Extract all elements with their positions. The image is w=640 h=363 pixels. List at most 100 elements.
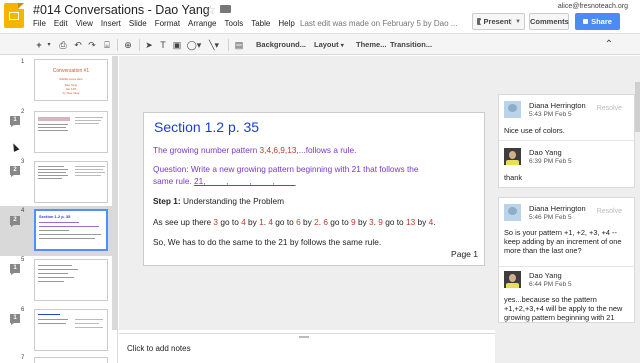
comments-button[interactable]: Comments [529,13,569,30]
slide-thumbnail[interactable] [34,309,108,351]
slide-thumbnail[interactable]: Section 1.2 p. 35 [34,209,108,251]
comments-panel: Diana Herrington 5:43 PM Feb 5 Resolve N… [495,56,640,363]
select-cursor-icon[interactable]: ➤ [143,38,155,52]
slide-number: 4 [21,208,25,214]
menu-file[interactable]: File [33,19,46,28]
slide-line-conclusion[interactable]: So, We has to do the same to the 21 by f… [153,237,381,247]
notes-resize-handle[interactable] [299,336,309,338]
last-edit-link[interactable]: Last edit was made on February 5 by Dao … [300,19,457,28]
slide-thumbnail[interactable] [34,357,108,363]
layout-label: Layout [314,40,339,49]
slide-title[interactable]: Section 1.2 p. 35 [154,119,259,135]
filmstrip-scrollbar[interactable] [112,56,118,330]
menu-table[interactable]: Table [251,19,270,28]
speaker-notes[interactable]: Click to add notes [119,333,495,363]
resolve-button[interactable]: Resolve [597,105,622,112]
slide-number: 7 [21,355,25,361]
menu-format[interactable]: Format [155,19,180,28]
layout-button[interactable]: Layout ▾ [314,38,344,53]
menu-edit[interactable]: Edit [54,19,68,28]
filmstrip-item-4[interactable]: 4 2 Section 1.2 p. 35 [0,206,118,256]
slide-thumbnail[interactable] [34,161,108,203]
account-email[interactable]: alice@fresnoteach.org [558,3,628,10]
pattern-prefix: The growing number pattern [153,145,260,155]
pattern-suffix: ,...follows a rule. [296,145,357,155]
comment-count-badge[interactable]: 1 [10,314,20,325]
comment-thread[interactable]: Diana Herrington 5:43 PM Feb 5 Resolve N… [498,94,636,188]
slide-line-pattern[interactable]: The growing number pattern 3,4,6,9,13,..… [153,145,356,155]
lock-icon [583,19,589,24]
avatar [504,271,521,288]
slide-line-question[interactable]: Question: Write a new growing pattern be… [153,164,419,174]
comment-author: Diana Herrington [529,101,586,110]
undo-icon[interactable]: ↶ [72,38,84,52]
slide-line-question-cont[interactable]: same rule. 21, ____, ____, ____, ____ [153,176,296,186]
chevron-down-icon[interactable]: ▼ [511,18,521,25]
slide-page-label[interactable]: Page 1 [451,249,478,259]
thumb-title: Section 1.2 p. 35 [39,214,71,219]
menu-bar: File Edit View Insert Slide Format Arran… [33,19,303,28]
filmstrip-item-7[interactable]: 7 [0,354,118,363]
menu-insert[interactable]: Insert [101,19,121,28]
menu-slide[interactable]: Slide [129,19,147,28]
comment-count-badge[interactable]: 1 [10,264,20,275]
header: #014 Conversations - Dao Yang ☆ File Edi… [0,0,640,33]
background-button[interactable]: Background... [256,38,306,52]
comment-count-badge[interactable]: 1 [10,116,20,127]
filmstrip-item-5[interactable]: 5 1 [0,256,118,306]
redo-icon[interactable]: ↷ [86,38,98,52]
slide-thumbnail[interactable]: Conversation #1 Subtitle Goes Here Dao Y… [34,59,108,101]
slide-thumbnail[interactable] [34,111,108,153]
pattern-numbers: 3,4,6,9,13 [259,145,297,155]
comments-scrollbar[interactable] [635,82,640,132]
slide-line-explanation[interactable]: As see up there 3 go to 4 by 1. 4 go to … [153,217,436,227]
menu-arrange[interactable]: Arrange [188,19,216,28]
new-slide-dropdown-icon[interactable]: ▾ [45,38,53,52]
filmstrip-item-1[interactable]: 1 Conversation #1 Subtitle Goes Here Dao… [0,56,118,108]
avatar [504,148,521,165]
step-label: Step 1: [153,196,181,206]
slide-page[interactable]: Section 1.2 p. 35 The growing number pat… [143,112,485,266]
avatar [504,204,521,221]
paint-format-icon[interactable]: ⌸ [101,38,113,52]
folder-icon[interactable] [220,5,231,13]
resolve-button[interactable]: Resolve [597,208,622,215]
text-run: . [433,217,436,227]
print-icon[interactable]: ⎙ [57,38,69,52]
filmstrip-item-6[interactable]: 6 1 [0,306,118,356]
document-title[interactable]: #014 Conversations - Dao Yang [33,3,210,17]
menu-view[interactable]: View [76,19,93,28]
comment-count-badge[interactable]: 2 [10,166,20,177]
collapse-toolbar-icon[interactable]: ⌃ [603,38,615,52]
slides-logo-icon[interactable] [4,3,24,28]
image-icon[interactable]: ▣ [171,38,183,52]
slide-line-step[interactable]: Step 1: Understanding the Problem [153,196,284,206]
share-button[interactable]: Share [575,13,620,30]
reply-time: 6:39 PM Feb 5 [529,158,572,165]
menu-help[interactable]: Help [278,19,294,28]
filmstrip-item-3[interactable]: 3 2 [0,158,118,208]
text-box-icon[interactable]: T [157,38,169,52]
comment-divider [499,140,636,141]
comment-text: Nice use of colors. [504,126,565,135]
comment-icon[interactable]: ▤ [233,38,245,52]
text-run: by [300,217,315,227]
transition-button[interactable]: Transition... [390,38,432,52]
comment-thread[interactable]: Diana Herrington 5:46 PM Feb 5 Resolve S… [498,197,636,323]
toolbar-divider [228,39,229,51]
menu-tools[interactable]: Tools [225,19,244,28]
layout-dropdown-icon: ▾ [340,43,344,49]
shape-icon[interactable]: ◯▾ [185,38,203,52]
line-icon[interactable]: ╲▾ [205,38,223,52]
reply-text: thank [504,173,523,182]
present-button[interactable]: Present ▼ [472,13,525,30]
new-slide-button[interactable]: + [33,38,45,52]
zoom-icon[interactable]: ⊕ [122,38,134,52]
text-run: by [245,217,260,227]
theme-button[interactable]: Theme... [356,38,386,52]
notes-placeholder[interactable]: Click to add notes [127,344,191,353]
comment-count-badge[interactable]: 2 [10,216,20,227]
star-icon[interactable]: ☆ [205,3,216,17]
slide-thumbnail[interactable] [34,259,108,301]
filmstrip-item-2[interactable]: 2 1 [0,108,118,158]
